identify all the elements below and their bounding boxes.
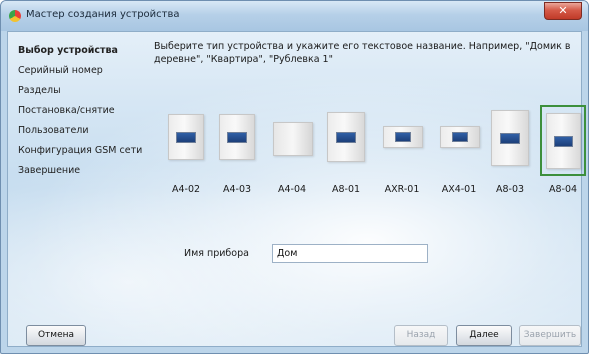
window-title: Мастер создания устройства [26,9,180,20]
wizard-window: Мастер создания устройства ✕ Выбор устро… [0,0,589,354]
finish-button[interactable]: Завершить [519,325,581,346]
app-logo-icon [9,10,21,22]
step-device-selection[interactable]: Выбор устройства [18,41,158,61]
title-bar[interactable]: Мастер создания устройства ✕ [1,1,588,31]
device-label: A4-02 [171,184,201,195]
device-label: A8-04 [548,184,578,195]
wizard-steps-sidebar: Выбор устройства Серийный номер Разделы … [18,41,158,181]
device-image [546,113,581,169]
wizard-content: Выбор устройства Серийный номер Разделы … [7,31,586,347]
device-name-input[interactable] [272,244,428,263]
device-display-icon [336,132,356,143]
device-label: A8-01 [331,184,361,195]
step-arming[interactable]: Постановка/снятие [18,101,158,121]
device-label: A4-03 [222,184,252,195]
device-image [273,122,313,156]
step-gsm-config[interactable]: Конфигурация GSM сети [18,141,158,161]
device-display-icon [452,132,468,142]
device-name-label: Имя прибора [184,248,249,259]
instruction-text: Выберите тип устройства и укажите его те… [154,41,571,65]
device-label: AX4-01 [441,184,477,195]
device-label: AXR-01 [384,184,420,195]
device-image [491,110,529,166]
back-button[interactable]: Назад [394,325,448,346]
step-finish[interactable]: Завершение [18,161,158,181]
device-image [383,126,423,148]
device-display-icon [500,133,520,144]
device-label: A8-03 [495,184,525,195]
device-display-icon [176,132,196,143]
device-display-icon [227,132,247,143]
close-button[interactable]: ✕ [544,2,582,20]
device-display-icon [395,132,411,142]
step-users[interactable]: Пользователи [18,121,158,141]
device-display-icon [554,136,573,147]
step-serial-number[interactable]: Серийный номер [18,61,158,81]
device-image [168,114,204,160]
step-partitions[interactable]: Разделы [18,81,158,101]
device-label: A4-04 [277,184,307,195]
device-image [440,126,480,148]
device-image [219,114,255,160]
next-button[interactable]: Далее [456,325,512,346]
device-image [327,112,365,162]
device-a8-04[interactable] [540,105,586,176]
cancel-button[interactable]: Отмена [26,325,86,346]
